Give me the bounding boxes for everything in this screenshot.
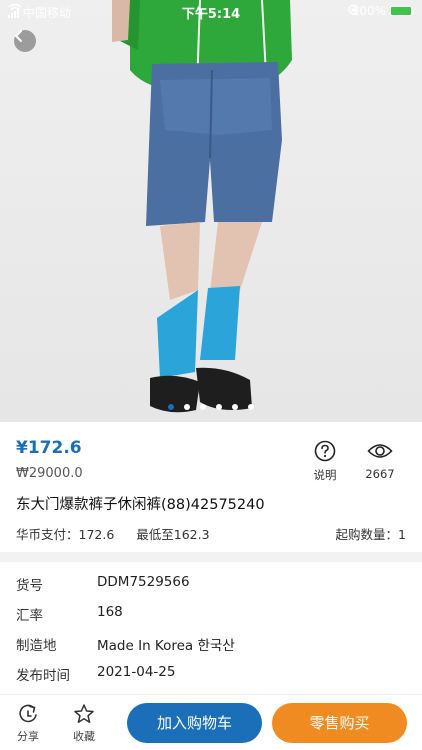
battery-icon: [390, 6, 414, 16]
spec-value: DDM7529566: [97, 574, 190, 590]
chevron-left-icon: [14, 30, 22, 42]
back-button[interactable]: [14, 30, 36, 52]
spec-value: 168: [97, 604, 123, 620]
spec-key: 货号: [16, 578, 43, 594]
buy-now-button[interactable]: 零售购买: [272, 703, 407, 743]
price-meta: 华币支付：172.6 最低至162.3: [16, 524, 228, 543]
spec-value: 2021-04-25: [97, 664, 176, 680]
help-label: 说明: [313, 468, 337, 482]
gallery-dot[interactable]: [248, 404, 254, 410]
spec-value: Made In Korea 한국산: [97, 638, 235, 654]
help-button[interactable]: 说明: [303, 440, 347, 483]
favorite-label: 收藏: [73, 730, 95, 743]
share-icon: [19, 704, 37, 723]
status-bar: 中国移动 下午5:14 100%: [0, 0, 422, 22]
views-count: 2667: [365, 467, 395, 481]
product-image[interactable]: 中国移动 下午5:14 100%: [0, 0, 422, 422]
question-icon: [314, 440, 336, 462]
gallery-dot[interactable]: [168, 404, 174, 410]
gallery-dot[interactable]: [184, 404, 190, 410]
spec-row: 汇率 168: [0, 598, 422, 628]
spec-key: 发布时间: [16, 668, 70, 684]
gallery-dot[interactable]: [216, 404, 222, 410]
spec-key: 制造地: [16, 638, 57, 654]
share-label: 分享: [17, 730, 39, 743]
spec-row: 发布时间 2021-04-25: [0, 658, 422, 688]
product-info: ¥172.6 ₩29000.0 说明 2667 东大门爆款裤子休闲裤(88)42…: [0, 422, 422, 552]
gallery-pagination: [0, 404, 422, 410]
favorite-button[interactable]: 收藏: [64, 703, 104, 744]
bottom-action-bar: 分享 收藏 加入购物车 零售购买: [0, 694, 422, 750]
section-divider: [0, 552, 422, 562]
gallery-dot[interactable]: [232, 404, 238, 410]
gallery-dot[interactable]: [200, 404, 206, 410]
price: ¥172.6: [16, 438, 82, 458]
spec-row: 制造地 Made In Korea 한국산: [0, 628, 422, 658]
original-price: ₩29000.0: [16, 466, 83, 481]
eye-icon: [367, 444, 393, 458]
lowest-price: 最低至162.3: [136, 527, 210, 542]
spec-row: 货号 DDM7529566: [0, 568, 422, 598]
product-title: 东大门爆款裤子休闲裤(88)42575240: [16, 497, 265, 513]
add-to-cart-button[interactable]: 加入购物车: [127, 703, 262, 743]
payment-price: 华币支付：172.6: [16, 527, 115, 542]
views-indicator: 2667: [358, 440, 402, 481]
spec-key: 汇率: [16, 608, 43, 624]
product-photo-illustration: [112, 0, 292, 413]
min-quantity: 起购数量：1: [335, 527, 406, 542]
share-button[interactable]: 分享: [8, 703, 48, 744]
star-icon: [74, 704, 94, 724]
